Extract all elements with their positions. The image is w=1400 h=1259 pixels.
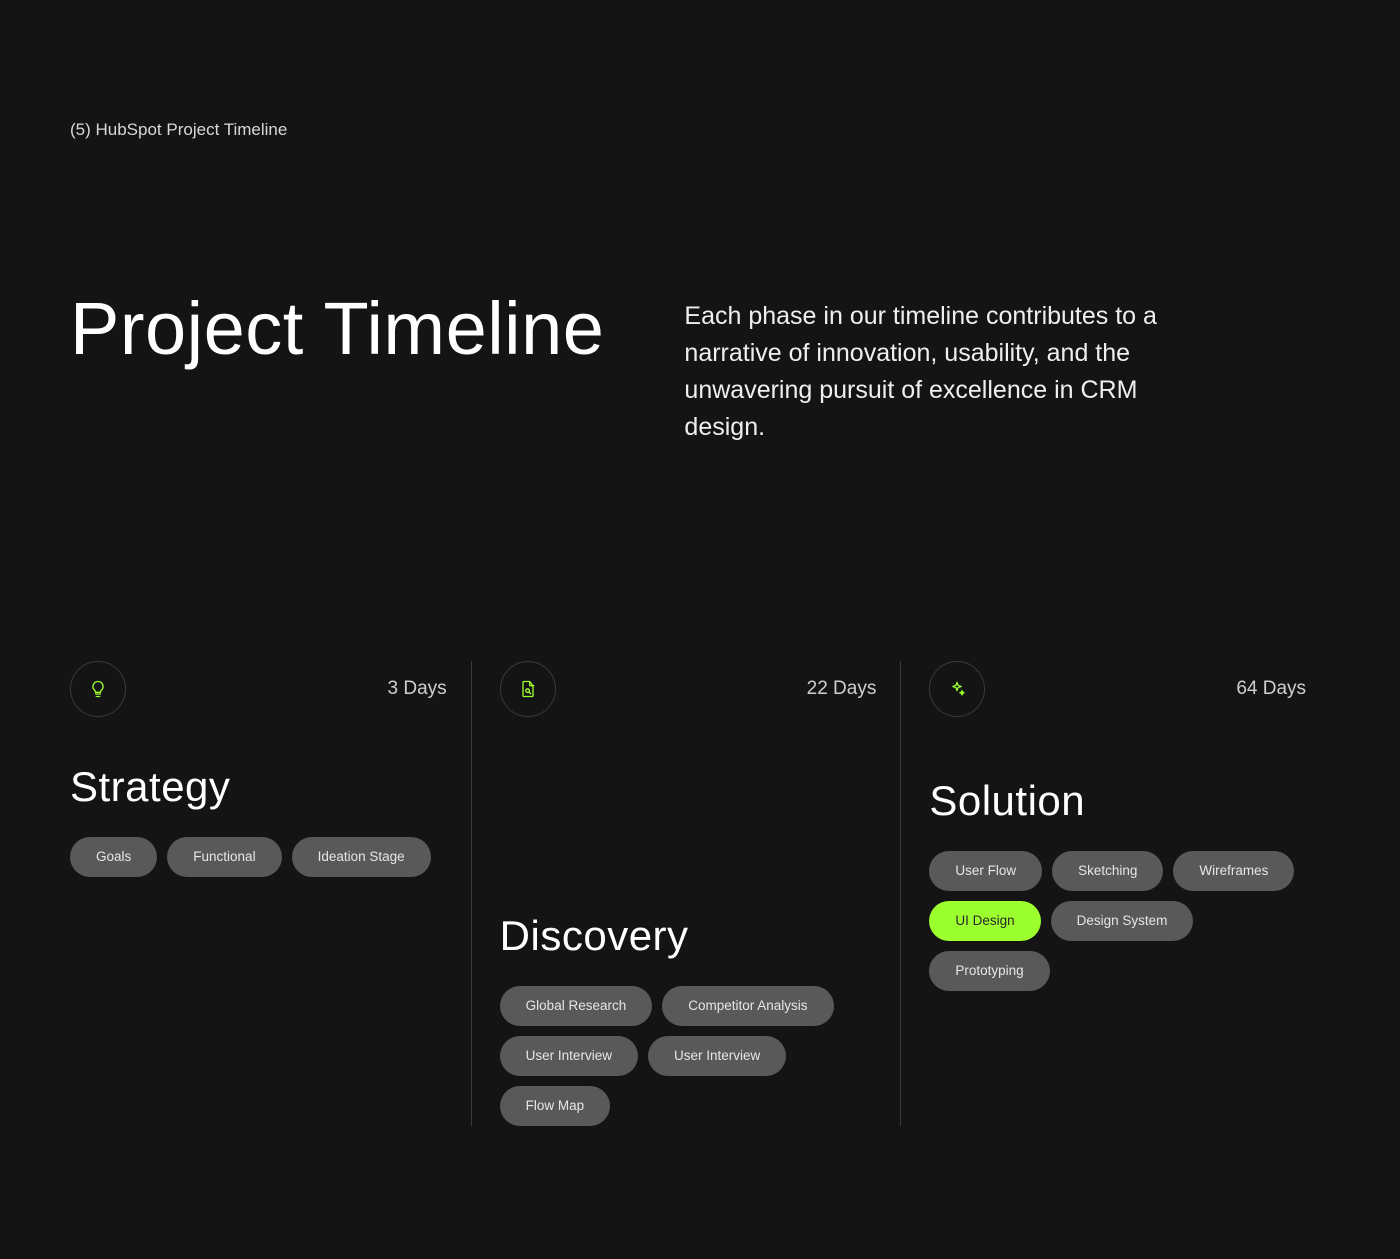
pill: Global Research <box>500 986 653 1026</box>
pill: UI Design <box>929 901 1040 941</box>
pill: Wireframes <box>1173 851 1294 891</box>
phase-solution: 64 Days Solution User FlowSketchingWirefra… <box>900 661 1330 1126</box>
phase-title: Strategy <box>70 763 447 811</box>
page-title: Project Timeline <box>70 290 604 368</box>
page: (5) HubSpot Project Timeline Project Tim… <box>0 0 1400 1126</box>
phase-strategy: 3 Days Strategy GoalsFunctional Ideation St… <box>70 661 471 1126</box>
pill: User Flow <box>929 851 1042 891</box>
phase-discovery: 22 Days Discovery Global ResearchCompetito… <box>471 661 901 1126</box>
hero: Project Timeline Each phase in our timel… <box>70 290 1330 446</box>
phases-row: 3 Days Strategy GoalsFunctional Ideation St… <box>70 661 1330 1126</box>
pill: User Interview <box>500 1036 638 1076</box>
section-eyebrow: (5) HubSpot Project Timeline <box>70 120 1330 140</box>
phase-duration: 22 Days <box>807 678 877 700</box>
phase-title: Solution <box>929 777 1306 825</box>
pill: Sketching <box>1052 851 1163 891</box>
phase-head: 64 Days <box>929 661 1306 717</box>
phase-head: 3 Days <box>70 661 447 717</box>
pill: Prototyping <box>929 951 1049 991</box>
pill: User Interview <box>648 1036 786 1076</box>
bulb-icon <box>70 661 126 717</box>
phase-head: 22 Days <box>500 661 877 717</box>
phase-duration: 3 Days <box>388 678 447 700</box>
pill: Competitor Analysis <box>662 986 833 1026</box>
phase-pills: Global ResearchCompetitor Analysis User I… <box>500 986 877 1126</box>
page-description: Each phase in our timeline contributes t… <box>684 298 1194 446</box>
phase-pills: User FlowSketchingWireframes UI Design Des… <box>929 851 1306 991</box>
sparkle-icon <box>929 661 985 717</box>
pill: Goals <box>70 837 157 877</box>
phase-title: Discovery <box>500 912 877 960</box>
phase-pills: GoalsFunctional Ideation Stage <box>70 837 447 877</box>
pill: Flow Map <box>500 1086 611 1126</box>
pill: Ideation Stage <box>292 837 431 877</box>
file-search-icon <box>500 661 556 717</box>
pill: Design System <box>1051 901 1194 941</box>
phase-duration: 64 Days <box>1236 678 1306 700</box>
pill: Functional <box>167 837 281 877</box>
